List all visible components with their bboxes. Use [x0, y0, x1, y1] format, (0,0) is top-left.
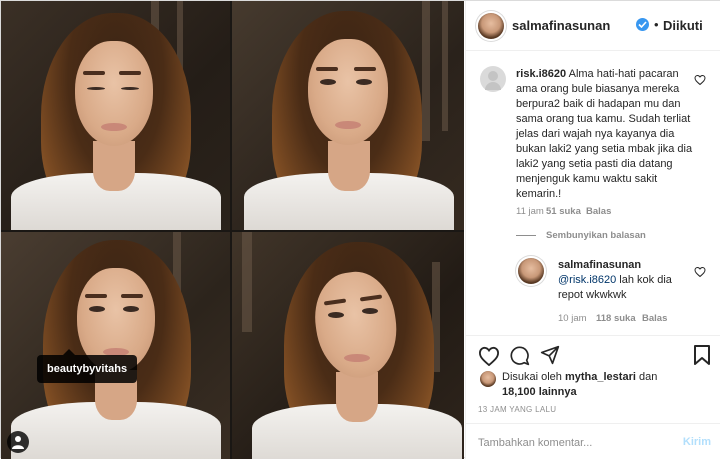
- eyebrow: [119, 71, 141, 75]
- eye: [362, 308, 378, 314]
- author-avatar[interactable]: [478, 13, 504, 39]
- eyebrow: [121, 294, 143, 298]
- comment-like-count[interactable]: 51 suka: [546, 206, 581, 217]
- eye: [89, 306, 105, 312]
- liked-by-middle: dan: [635, 371, 658, 383]
- neck: [328, 141, 370, 191]
- post-side-panel: salmafinasunan • Diikuti risk.i8620 Alma…: [465, 1, 720, 459]
- photo-tile-front: [232, 1, 464, 230]
- post-header: salmafinasunan • Diikuti: [466, 1, 720, 51]
- user-tag-label[interactable]: beautybyvitahs: [37, 349, 138, 383]
- neck: [336, 372, 378, 422]
- comment-time[interactable]: 11 jam: [516, 206, 544, 217]
- lips: [101, 123, 127, 131]
- liker-avatar[interactable]: [480, 371, 496, 387]
- closed-eye: [121, 87, 139, 90]
- save-bookmark-icon[interactable]: [694, 345, 710, 365]
- reply-mention-link[interactable]: @risk.i8620: [558, 274, 616, 286]
- reply-reply-button[interactable]: Balas: [642, 313, 667, 324]
- comments-list[interactable]: risk.i8620 Alma hati-hati pacaran ama or…: [466, 52, 720, 335]
- author-username[interactable]: salmafinasunan: [512, 18, 610, 33]
- comment-text: Alma hati-hati pacaran ama orang bule bi…: [516, 68, 693, 200]
- likes-count-link[interactable]: 18,100 lainnya: [502, 386, 577, 398]
- share-paper-plane-icon[interactable]: [540, 345, 560, 365]
- tagged-users-button[interactable]: [7, 431, 29, 453]
- photo-tile-tagged: [1, 232, 230, 459]
- face: [308, 39, 388, 145]
- liked-by-text: Disukai oleh mytha_lestari dan 18,100 la…: [502, 370, 712, 400]
- separator-dot: •: [654, 17, 659, 32]
- comment-composer: Kirim: [466, 423, 720, 459]
- lips: [335, 121, 361, 129]
- eye: [320, 79, 336, 85]
- liked-by-prefix: Disukai oleh: [502, 371, 565, 383]
- background-shelf: [242, 232, 252, 332]
- comment-reply-button[interactable]: Balas: [586, 206, 611, 217]
- eyebrow: [83, 71, 105, 75]
- closed-eye: [87, 87, 105, 90]
- following-button[interactable]: Diikuti: [663, 18, 703, 33]
- reply-time[interactable]: 10 jam: [558, 313, 587, 324]
- eyebrow: [85, 294, 107, 298]
- comment-body: risk.i8620 Alma hati-hati pacaran ama or…: [516, 67, 702, 202]
- like-comment-heart-icon[interactable]: [694, 74, 706, 86]
- reply-body: salmafinasunan @risk.i8620 lah kok dia r…: [558, 258, 698, 303]
- reply-author-avatar[interactable]: [518, 258, 544, 284]
- hide-replies-button[interactable]: Sembunyikan balasan: [516, 230, 646, 241]
- instagram-post: beautybyvitahs salmafinasunan • Diikuti: [0, 0, 720, 459]
- commenter-username[interactable]: risk.i8620: [516, 68, 566, 80]
- photo-tile-eyes-closed: [1, 1, 230, 230]
- verified-badge-icon: [636, 18, 649, 31]
- eye: [123, 306, 139, 312]
- commenter-avatar[interactable]: [480, 66, 506, 92]
- reply-author-username[interactable]: salmafinasunan: [558, 259, 641, 271]
- add-comment-input[interactable]: [478, 434, 668, 452]
- lips: [344, 354, 370, 362]
- person-icon: [12, 436, 24, 449]
- eyebrow: [316, 67, 338, 71]
- post-timestamp[interactable]: 13 JAM YANG LALU: [478, 405, 556, 414]
- post-action-bar: [466, 335, 720, 373]
- eye: [328, 312, 344, 318]
- like-reply-heart-icon[interactable]: [694, 266, 706, 278]
- like-heart-icon[interactable]: [478, 346, 500, 366]
- liked-by-section: Disukai oleh mytha_lestari dan 18,100 la…: [466, 369, 720, 403]
- background-shelf: [442, 1, 448, 131]
- photo-tile-tilted: [232, 232, 464, 459]
- background-shelf: [422, 1, 430, 141]
- hide-replies-label: Sembunyikan balasan: [546, 230, 646, 241]
- neck: [93, 141, 135, 191]
- liker-username[interactable]: mytha_lestari: [565, 371, 636, 383]
- post-media[interactable]: beautybyvitahs: [1, 1, 464, 459]
- eyebrow: [354, 67, 376, 71]
- eye: [356, 79, 372, 85]
- comment-bubble-icon[interactable]: [510, 346, 530, 366]
- post-comment-button[interactable]: Kirim: [683, 436, 711, 448]
- reply-like-count[interactable]: 118 suka: [596, 313, 636, 324]
